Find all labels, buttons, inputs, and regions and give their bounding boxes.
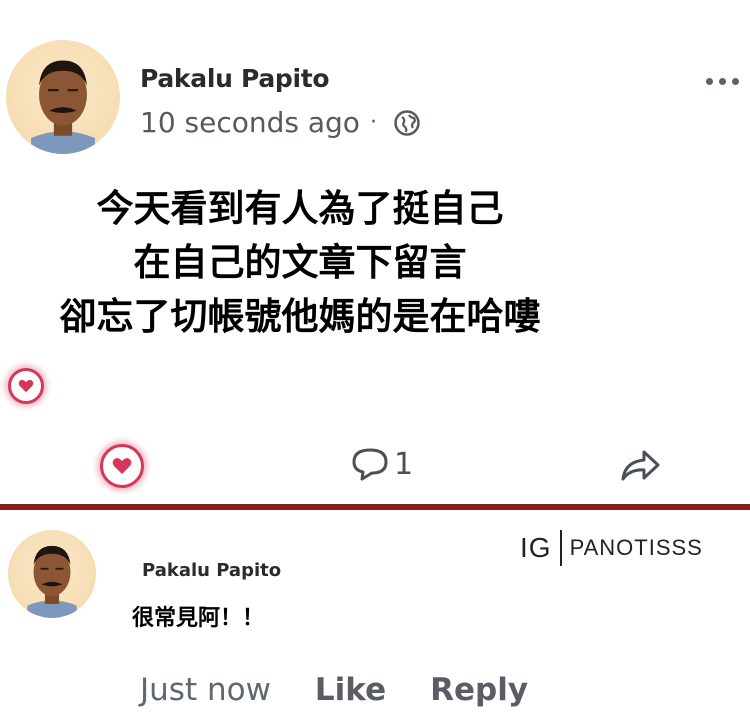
love-button[interactable] xyxy=(100,444,144,488)
share-arrow-icon[interactable] xyxy=(618,446,662,484)
post-body-text: 今天看到有人為了挺自己 在自己的文章下留言 卻忘了切帳號他媽的是在哈嘍 xyxy=(0,182,600,344)
comment-timestamp[interactable]: Just now xyxy=(140,672,271,708)
post-text-line: 卻忘了切帳號他媽的是在哈嘍 xyxy=(59,295,541,338)
love-reaction-icon[interactable] xyxy=(8,368,44,404)
meta-separator: · xyxy=(369,110,377,135)
more-options-icon[interactable] xyxy=(706,78,739,85)
comment-author-avatar[interactable] xyxy=(8,530,96,618)
watermark-divider xyxy=(559,530,562,566)
comment-actions: Just now Like Reply xyxy=(140,672,528,708)
comment-like-button[interactable]: Like xyxy=(315,672,386,708)
comment-reply-button[interactable]: Reply xyxy=(430,672,528,708)
more-dot xyxy=(719,78,726,85)
avatar-portrait-icon xyxy=(27,545,77,618)
post-author-avatar[interactable] xyxy=(6,40,120,154)
comment-button[interactable]: 1 xyxy=(350,446,413,482)
avatar-portrait-icon xyxy=(31,60,95,154)
globe-icon[interactable] xyxy=(393,109,421,137)
comment-text: 很常見阿！！ xyxy=(132,606,265,631)
post-timestamp[interactable]: 10 seconds ago xyxy=(140,106,360,139)
post-text-line: 在自己的文章下留言 xyxy=(133,241,467,284)
watermark: IG PANOTISSS xyxy=(520,530,703,566)
comment-author-name[interactable]: Pakalu Papito xyxy=(142,560,281,581)
comment-bubble-icon xyxy=(352,448,388,481)
more-dot xyxy=(706,78,713,85)
heart-icon xyxy=(18,379,34,393)
watermark-prefix: IG xyxy=(520,532,552,563)
post-text-line: 今天看到有人為了挺自己 xyxy=(96,187,504,230)
post-author-name[interactable]: Pakalu Papito xyxy=(140,64,330,93)
post-meta: 10 seconds ago · xyxy=(140,106,421,139)
more-dot xyxy=(732,78,739,85)
heart-icon xyxy=(112,458,132,474)
watermark-handle: PANOTISSS xyxy=(569,535,703,560)
comment-count: 1 xyxy=(394,446,414,482)
section-divider xyxy=(0,504,750,510)
